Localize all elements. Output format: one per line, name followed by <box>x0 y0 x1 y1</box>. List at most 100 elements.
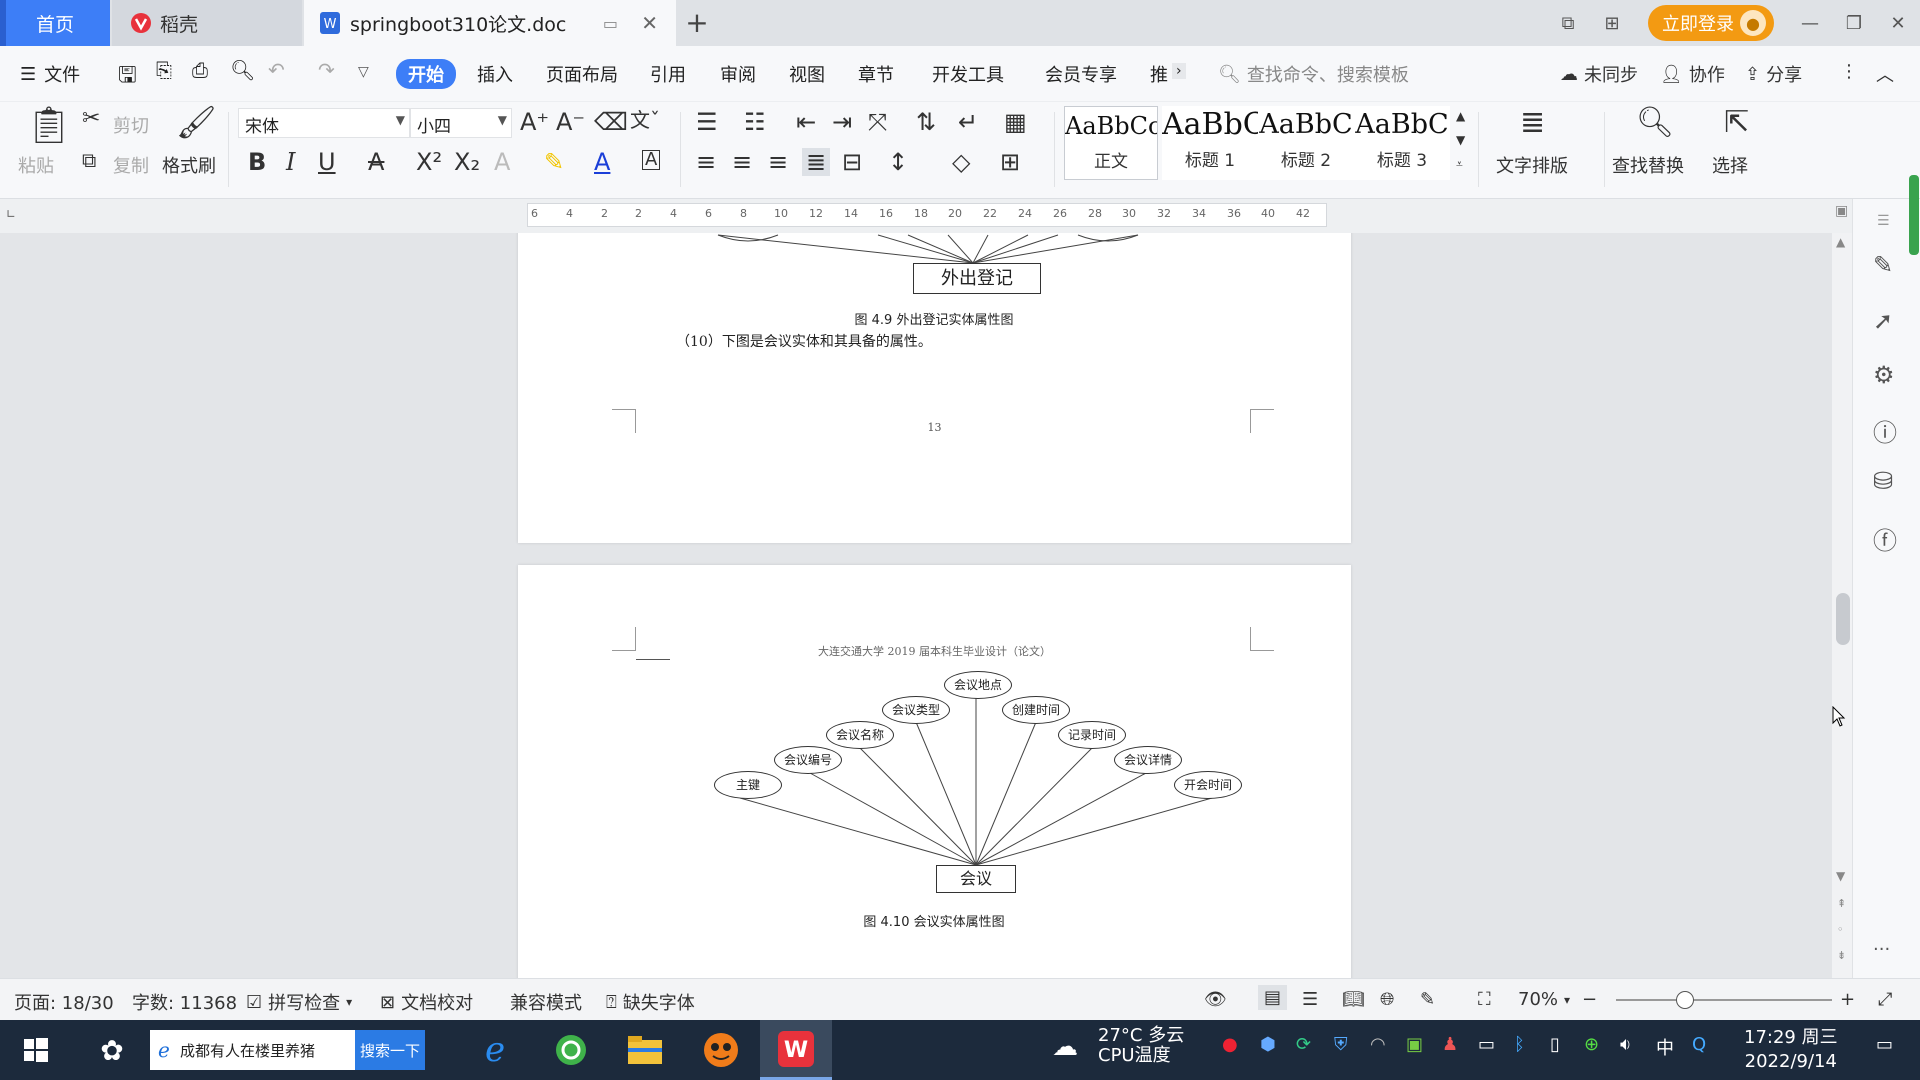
find-replace-label[interactable]: 查找替换 <box>1612 152 1684 178</box>
redo-icon[interactable]: ↷ <box>318 58 335 82</box>
wps-taskbar-icon[interactable]: W <box>760 1020 832 1080</box>
browser-360-icon[interactable] <box>546 1020 596 1080</box>
notification-center-icon[interactable]: ▭ <box>1876 1034 1893 1055</box>
menu-view[interactable]: 视图 <box>789 61 825 87</box>
align-right-icon[interactable]: ≡ <box>768 150 788 174</box>
horizontal-ruler[interactable]: ∟ 6 4 2 2 4 6 8 10 12 14 16 18 20 22 24 26 28 30 32 34 36 40 4… <box>0 199 1920 233</box>
page-view-icon[interactable]: ▤ <box>1258 985 1288 1010</box>
tab-stop-icon[interactable]: ∟ <box>6 207 16 221</box>
copy-label[interactable]: 复制 <box>113 152 149 178</box>
vertical-scrollbar[interactable]: ▣ ▲ ▼ ⇞ ◦ ⇟ <box>1832 203 1852 978</box>
tab-docer[interactable]: 稻壳 <box>112 0 302 46</box>
sort-icon[interactable]: ⇅ <box>916 110 936 134</box>
distribute-icon[interactable]: ⊟ <box>842 150 862 174</box>
tray-green-app-icon[interactable]: ⊕ <box>1584 1034 1599 1055</box>
menu-more-arrow-icon[interactable]: › <box>1172 63 1186 79</box>
text-effect-icon[interactable]: A <box>494 150 510 174</box>
more-menu-icon[interactable]: ⋮ <box>1840 61 1858 82</box>
taskbar-search-button[interactable]: 搜索一下 <box>355 1030 425 1070</box>
tray-volume-icon[interactable]: 🔉︎ <box>1620 1034 1631 1055</box>
line-spacing-icon[interactable]: ↕ <box>888 150 908 174</box>
page-13[interactable]: 外出登记 图 4.9 外出登记实体属性图 （10）下图是会议实体和其具备的属性。… <box>518 233 1351 543</box>
collab-button[interactable]: 👤︎ 协作 <box>1660 61 1725 87</box>
cursor-select-icon[interactable]: ➚ <box>1873 307 1893 335</box>
tray-wifi-icon[interactable]: ◠ <box>1370 1034 1386 1055</box>
style-scroll-up-icon[interactable]: ▲ <box>1456 110 1465 122</box>
minimize-icon[interactable]: — <box>1788 13 1832 34</box>
menu-developer[interactable]: 开发工具 <box>932 61 1004 87</box>
proofread-button[interactable]: ⊠ 文档校对 <box>380 989 473 1015</box>
tab-document[interactable]: W springboot310论文.doc ▭ ✕ <box>304 0 676 46</box>
more-options-icon[interactable]: ··· <box>1873 939 1890 960</box>
clock[interactable]: 17:29 周三 2022/9/14 <box>1744 1026 1838 1074</box>
pinned-app-icon[interactable]: ✿ <box>90 1020 134 1080</box>
increase-indent-icon[interactable]: ⇥ <box>832 110 852 134</box>
tray-shield-icon[interactable]: ⛨ <box>1334 1034 1348 1055</box>
internet-explorer-icon[interactable]: ℯ <box>470 1020 520 1080</box>
print-preview-icon[interactable]: 🔍︎ <box>230 58 255 82</box>
menu-member[interactable]: 会员专享 <box>1045 61 1117 87</box>
numbered-list-icon[interactable]: ☷ <box>744 110 766 134</box>
weather-cloud-icon[interactable]: ☁ <box>1052 1032 1078 1062</box>
eye-protection-icon[interactable]: 👁︎ <box>1204 989 1227 1010</box>
login-button[interactable]: 立即登录 ● <box>1648 5 1774 41</box>
font-color-icon[interactable]: A <box>594 150 610 174</box>
split-view-icon[interactable]: ▣ <box>1835 203 1848 219</box>
underline-icon[interactable]: U <box>318 150 336 174</box>
shrink-font-icon[interactable]: A⁻ <box>556 110 585 134</box>
borders-icon[interactable]: ⊞ <box>1000 150 1020 174</box>
apps-grid-icon[interactable]: ⊞ <box>1590 13 1634 34</box>
undo-icon[interactable]: ↶ <box>268 58 285 82</box>
italic-icon[interactable]: I <box>286 150 295 174</box>
print-icon[interactable]: ⎙ <box>192 58 208 82</box>
layout-icon[interactable]: ⧉ <box>1546 13 1590 34</box>
file-explorer-icon[interactable] <box>620 1020 670 1080</box>
collapse-ribbon-icon[interactable]: ︿ <box>1876 61 1894 87</box>
decrease-indent-icon[interactable]: ⇤ <box>796 110 816 134</box>
font-size-select[interactable]: 小四 ▼ <box>410 108 512 138</box>
ime-indicator[interactable]: 中 <box>1656 1034 1674 1060</box>
fullscreen-icon[interactable]: ⤢ <box>1878 989 1892 1010</box>
char-border-icon[interactable]: A <box>642 150 661 170</box>
command-search[interactable]: 🔍︎ 查找命令、搜索模板 <box>1218 61 1409 87</box>
table-layout-icon[interactable]: ▦ <box>1004 110 1027 134</box>
save-icon[interactable]: 🖫 <box>118 58 137 96</box>
align-left-icon[interactable]: ≡ <box>696 150 716 174</box>
backup-icon[interactable]: ⛁ <box>1873 467 1893 495</box>
clear-format-icon[interactable]: ⌫ <box>594 110 628 134</box>
menu-start[interactable]: 开始 <box>396 59 456 89</box>
zoom-level-select[interactable]: 70% ▾ <box>1518 989 1570 1010</box>
restore-icon[interactable]: ❐ <box>1832 13 1876 34</box>
close-tab-icon[interactable]: ✕ <box>641 11 658 35</box>
zoom-in-icon[interactable]: + <box>1840 989 1855 1010</box>
spell-check-button[interactable]: ☑ 拼写检查 ▾ <box>246 989 352 1015</box>
text-layout-label[interactable]: 文字排版 <box>1496 152 1568 178</box>
justify-icon[interactable]: ≣ <box>802 148 831 176</box>
zoom-out-icon[interactable]: − <box>1582 989 1597 1010</box>
tab-home[interactable]: 首页 <box>0 0 110 46</box>
tray-app-icon-3[interactable]: ⟳ <box>1296 1034 1311 1055</box>
file-menu[interactable]: ☰ 文件 <box>20 61 80 87</box>
tray-bluetooth-icon[interactable]: ᛒ <box>1514 1034 1525 1055</box>
superscript-icon[interactable]: X² <box>416 150 442 174</box>
flash-icon[interactable]: ⓕ <box>1873 521 1897 556</box>
new-tab-button[interactable]: + <box>682 6 712 39</box>
zoom-slider-thumb[interactable] <box>1676 991 1694 1009</box>
side-panel-handle[interactable] <box>1909 175 1919 255</box>
share-button[interactable]: ⇪ 分享 <box>1745 61 1802 87</box>
bold-icon[interactable]: B <box>248 150 266 174</box>
scroll-thumb[interactable] <box>1836 593 1850 645</box>
panel-menu-icon[interactable]: ☰ <box>1877 213 1890 229</box>
cut-icon[interactable]: ✂ <box>82 108 100 130</box>
menu-chapter[interactable]: 章节 <box>858 61 894 87</box>
cut-label[interactable]: 剪切 <box>113 112 149 138</box>
align-center-icon[interactable]: ≡ <box>732 150 752 174</box>
missing-font-button[interactable]: ⍰ 缺失字体 <box>606 989 695 1015</box>
document-canvas[interactable]: 外出登记 图 4.9 外出登记实体属性图 （10）下图是会议实体和其具备的属性。… <box>0 233 1835 978</box>
compat-mode[interactable]: 兼容模式 <box>510 989 582 1015</box>
tray-qq-icon[interactable]: ♟ <box>1442 1034 1458 1055</box>
menu-review[interactable]: 审阅 <box>720 61 756 87</box>
windows-start-icon[interactable] <box>16 1020 56 1080</box>
chinese-layout-icon[interactable]: ⤧ <box>868 110 887 134</box>
style-scroll-down-icon[interactable]: ▼ <box>1456 134 1465 146</box>
